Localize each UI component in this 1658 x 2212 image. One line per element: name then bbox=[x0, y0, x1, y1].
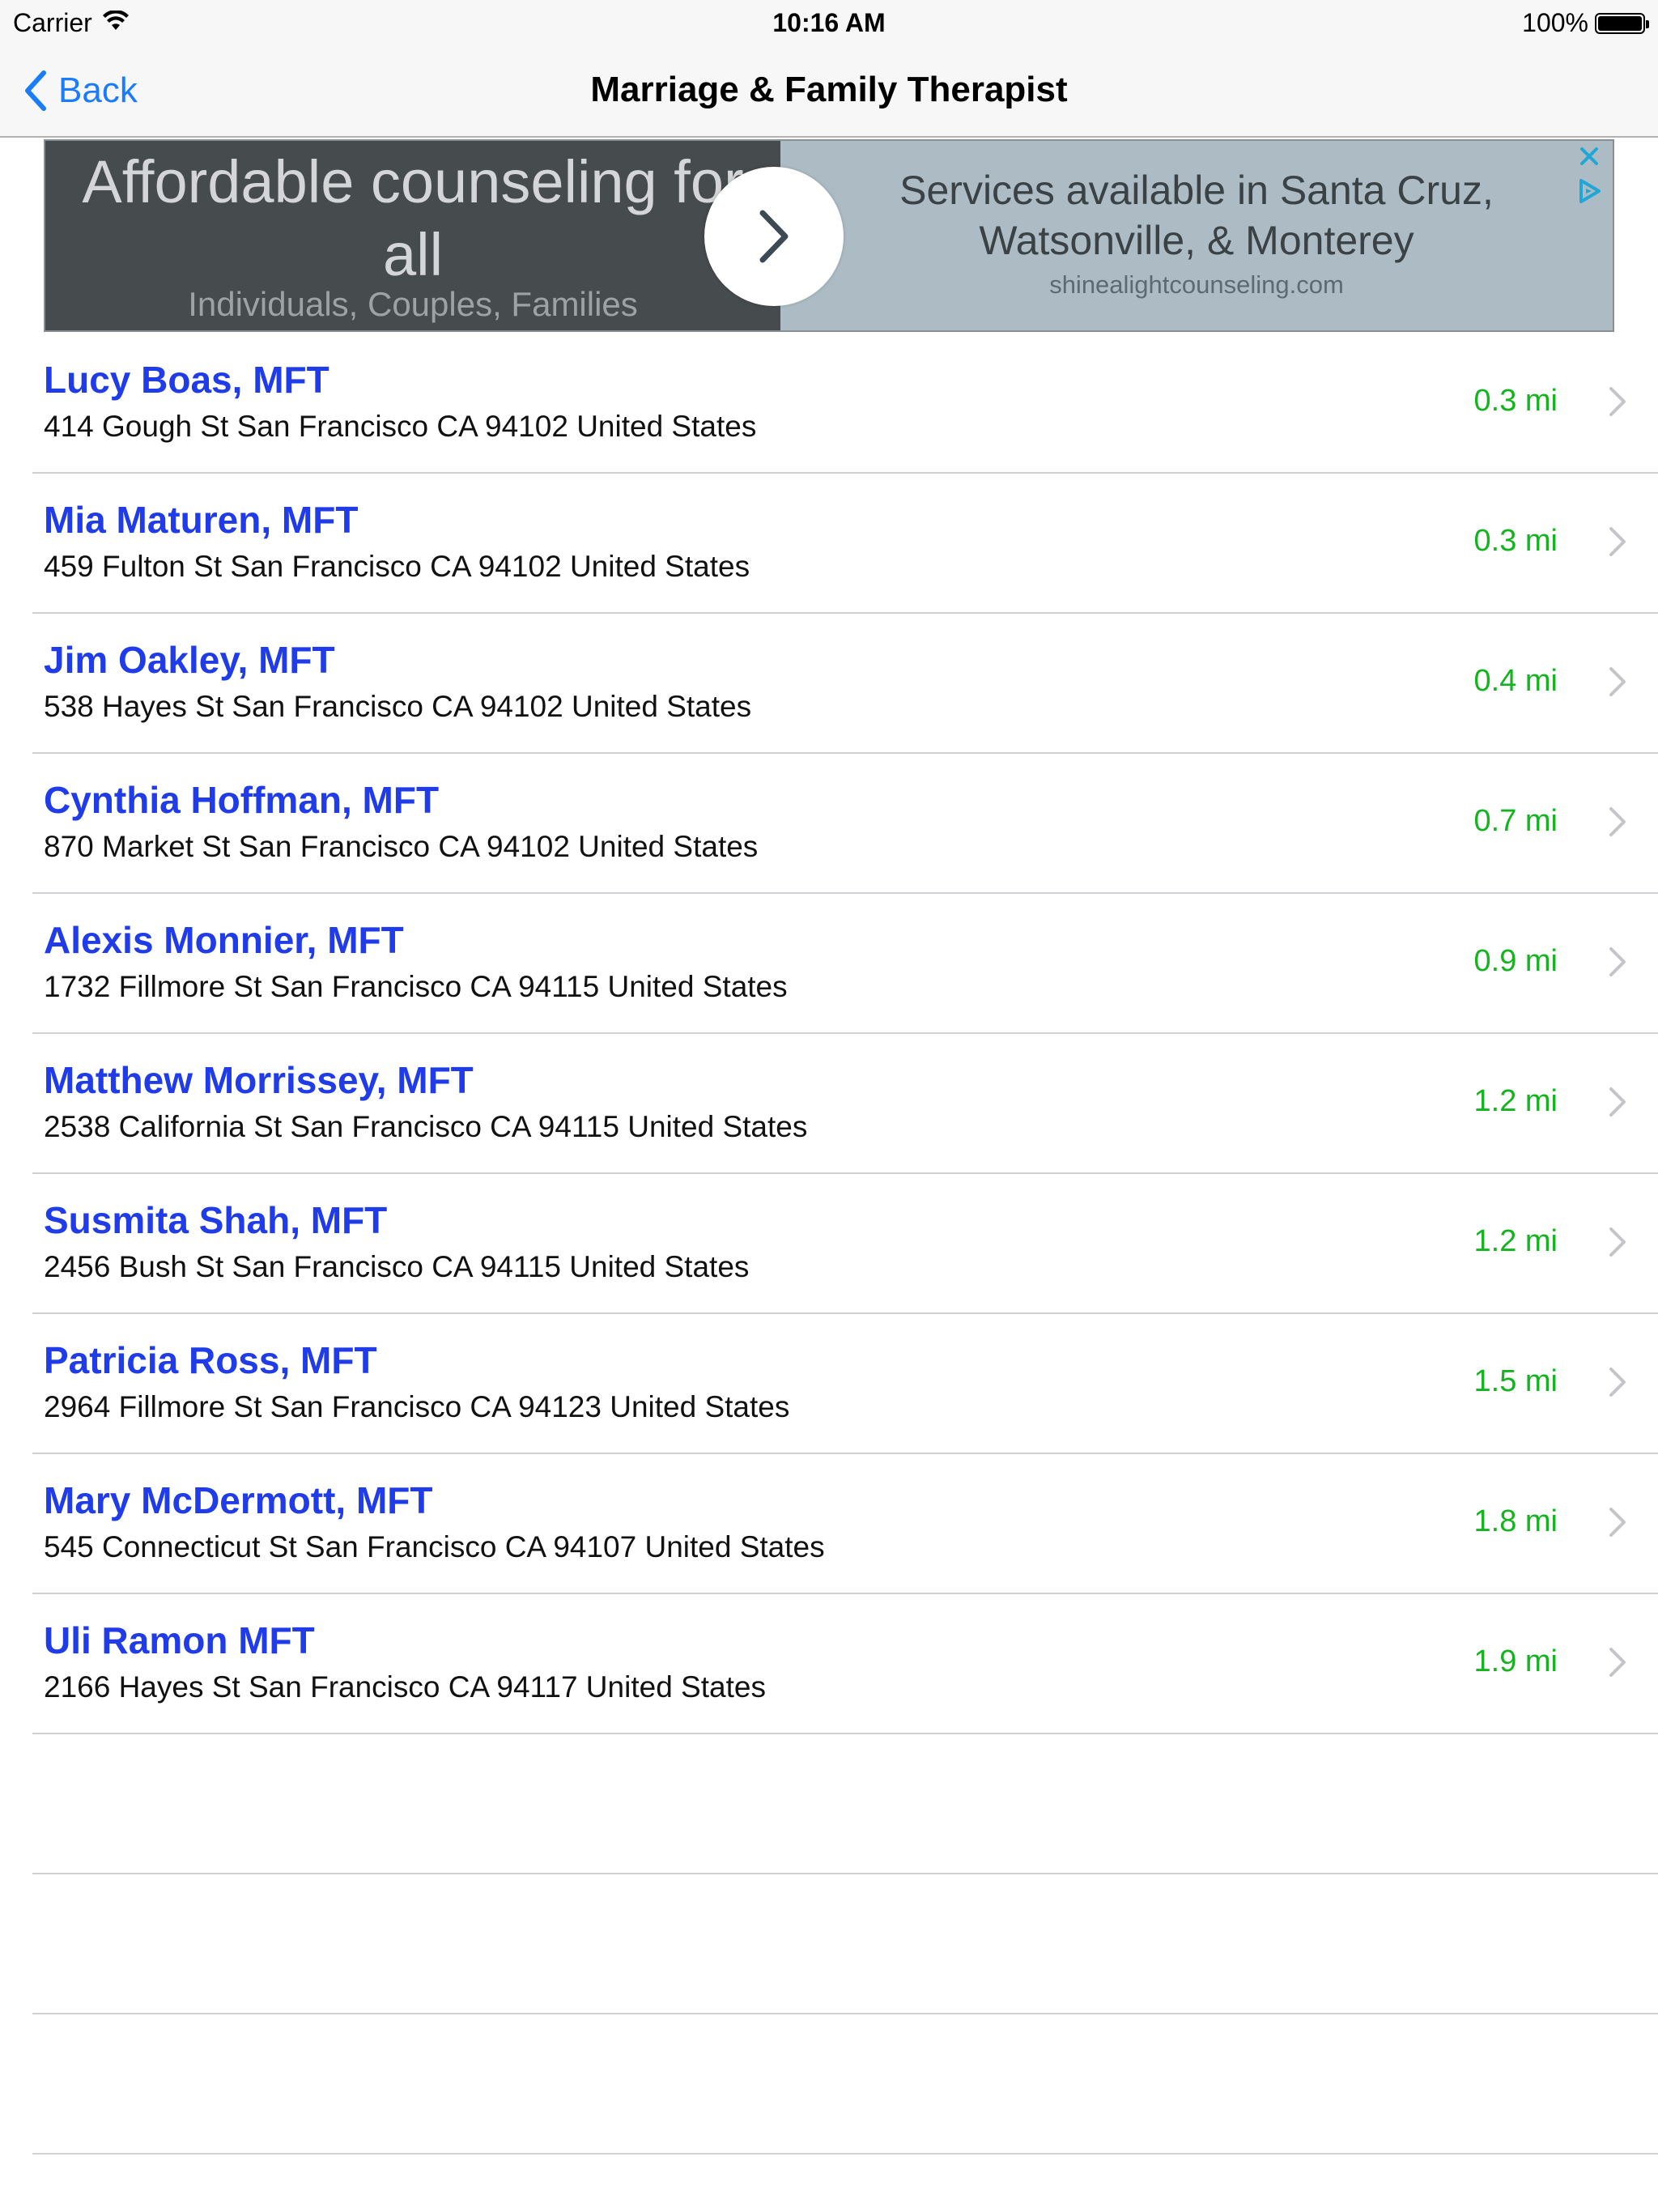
chevron-right-icon bbox=[1609, 667, 1626, 696]
therapist-name: Susmita Shah, MFT bbox=[44, 1199, 388, 1241]
app-screen: Carrier 10:16 AM 100% Back Marriage & Fa… bbox=[0, 0, 1658, 2212]
list-item[interactable]: Patricia Ross, MFT 2964 Fillmore St San … bbox=[32, 1314, 1658, 1454]
therapist-address: 2964 Fillmore St San Francisco CA 94123 … bbox=[44, 1390, 790, 1423]
ad-headline: Affordable counseling for all bbox=[82, 148, 744, 288]
therapist-distance: 0.3 mi bbox=[1473, 524, 1558, 558]
list-item[interactable]: Alexis Monnier, MFT 1732 Fillmore St San… bbox=[32, 894, 1658, 1034]
therapist-name: Alexis Monnier, MFT bbox=[44, 919, 404, 961]
therapist-name: Mary McDermott, MFT bbox=[44, 1479, 433, 1521]
therapist-name: Jim Oakley, MFT bbox=[44, 639, 335, 681]
battery-group: 100% bbox=[1522, 8, 1649, 38]
therapist-distance: 0.3 mi bbox=[1473, 384, 1558, 418]
therapist-address: 2538 California St San Francisco CA 9411… bbox=[44, 1110, 808, 1143]
chevron-right-icon bbox=[1609, 807, 1626, 836]
therapist-name: Matthew Morrissey, MFT bbox=[44, 1059, 474, 1101]
chevron-right-icon bbox=[1609, 1508, 1626, 1537]
therapist-distance: 0.7 mi bbox=[1473, 804, 1558, 838]
therapist-name: Mia Maturen, MFT bbox=[44, 499, 359, 541]
therapist-distance: 0.4 mi bbox=[1473, 664, 1558, 698]
therapist-address: 1732 Fillmore St San Francisco CA 94115 … bbox=[44, 970, 788, 1003]
ad-open-button[interactable] bbox=[704, 167, 844, 306]
chevron-right-icon bbox=[1609, 947, 1626, 976]
status-bar: Carrier 10:16 AM 100% bbox=[0, 0, 1658, 45]
chevron-right-icon bbox=[1609, 527, 1626, 556]
ad-left-panel: Affordable counseling for all Individual… bbox=[45, 141, 780, 330]
list-item[interactable]: Cynthia Hoffman, MFT 870 Market St San F… bbox=[32, 754, 1658, 894]
navigation-bar: Back Marriage & Family Therapist bbox=[0, 45, 1658, 138]
therapist-address: 414 Gough St San Francisco CA 94102 Unit… bbox=[44, 410, 757, 443]
chevron-right-icon bbox=[1609, 387, 1626, 416]
therapist-distance: 1.2 mi bbox=[1473, 1224, 1558, 1258]
therapist-name: Cynthia Hoffman, MFT bbox=[44, 779, 440, 821]
therapist-distance: 1.5 mi bbox=[1473, 1364, 1558, 1398]
therapist-distance: 1.2 mi bbox=[1473, 1084, 1558, 1118]
therapist-address: 2456 Bush St San Francisco CA 94115 Unit… bbox=[44, 1250, 750, 1283]
ad-domain: shinealightcounseling.com bbox=[1049, 270, 1344, 299]
status-time: 10:16 AM bbox=[772, 8, 886, 37]
list-item[interactable]: Lucy Boas, MFT 414 Gough St San Francisc… bbox=[32, 334, 1658, 474]
therapist-address: 459 Fulton St San Francisco CA 94102 Uni… bbox=[44, 550, 750, 583]
ad-banner[interactable]: Affordable counseling for all Individual… bbox=[44, 139, 1614, 332]
empty-row-separator bbox=[32, 1734, 1658, 1874]
therapist-name: Uli Ramon MFT bbox=[44, 1619, 315, 1661]
list-item[interactable]: Matthew Morrissey, MFT 2538 California S… bbox=[32, 1034, 1658, 1174]
therapist-list: Lucy Boas, MFT 414 Gough St San Francisc… bbox=[0, 334, 1658, 2155]
chevron-right-icon bbox=[1609, 1368, 1626, 1397]
therapist-address: 538 Hayes St San Francisco CA 94102 Unit… bbox=[44, 690, 752, 723]
list-item[interactable]: Mary McDermott, MFT 545 Connecticut St S… bbox=[32, 1454, 1658, 1594]
close-icon[interactable] bbox=[1575, 143, 1603, 170]
therapist-distance: 1.8 mi bbox=[1473, 1504, 1558, 1538]
list-item[interactable]: Susmita Shah, MFT 2456 Bush St San Franc… bbox=[32, 1174, 1658, 1314]
list-item[interactable]: Jim Oakley, MFT 538 Hayes St San Francis… bbox=[32, 614, 1658, 754]
page-title: Marriage & Family Therapist bbox=[590, 70, 1068, 109]
therapist-name: Patricia Ross, MFT bbox=[44, 1339, 377, 1381]
chevron-right-icon bbox=[1609, 1087, 1626, 1117]
list-item[interactable]: Mia Maturen, MFT 459 Fulton St San Franc… bbox=[32, 474, 1658, 614]
therapist-distance: 0.9 mi bbox=[1473, 944, 1558, 978]
ad-description: Services available in Santa Cruz, Watson… bbox=[899, 168, 1494, 263]
battery-percentage: 100% bbox=[1522, 8, 1588, 37]
therapist-address: 2166 Hayes St San Francisco CA 94117 Uni… bbox=[44, 1670, 766, 1704]
ad-subline: Individuals, Couples, Families bbox=[188, 285, 638, 323]
empty-row-separator bbox=[32, 2014, 1658, 2155]
ad-right-panel: Services available in Santa Cruz, Watson… bbox=[780, 141, 1613, 330]
empty-row-separator bbox=[32, 1874, 1658, 2014]
therapist-distance: 1.9 mi bbox=[1473, 1644, 1558, 1678]
list-item[interactable]: Uli Ramon MFT 2166 Hayes St San Francisc… bbox=[32, 1594, 1658, 1734]
chevron-right-icon bbox=[1609, 1227, 1626, 1257]
chevron-right-icon bbox=[759, 210, 789, 263]
therapist-address: 870 Market St San Francisco CA 94102 Uni… bbox=[44, 830, 759, 863]
adchoices-icon[interactable] bbox=[1575, 177, 1605, 206]
battery-icon bbox=[1595, 12, 1649, 34]
chevron-right-icon bbox=[1609, 1648, 1626, 1677]
therapist-name: Lucy Boas, MFT bbox=[44, 359, 329, 401]
therapist-address: 545 Connecticut St San Francisco CA 9410… bbox=[44, 1530, 825, 1563]
